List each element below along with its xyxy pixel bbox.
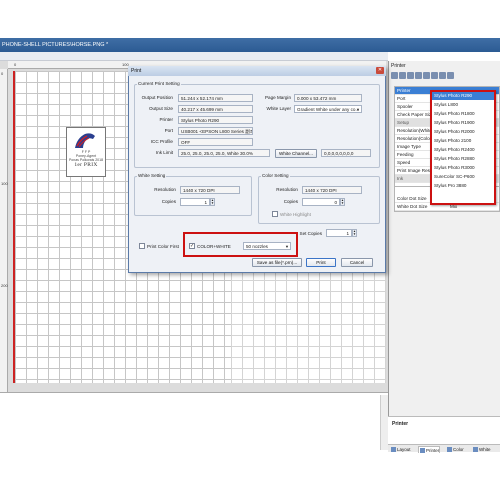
- printer-list-highlight: [430, 90, 496, 205]
- output-position-field: 51.244 x 52.174 mm: [178, 94, 253, 102]
- print-color-first-label: Print Color First: [147, 244, 179, 249]
- print-button[interactable]: Print: [306, 258, 336, 267]
- open-icon[interactable]: [391, 72, 398, 79]
- tab-layout[interactable]: Layout: [390, 446, 411, 453]
- panel-title: Printer: [391, 63, 406, 69]
- white-copies-label: Copies: [161, 199, 176, 204]
- horse-head-icon: [75, 133, 95, 148]
- panel-toolbar: [391, 72, 499, 82]
- page-margin-field: 0.000 x 53.472 mm: [294, 94, 362, 102]
- white-resolution-label: Resolution: [154, 187, 176, 192]
- up-icon[interactable]: [407, 72, 414, 79]
- white-setting-group: [134, 176, 252, 216]
- white-channel-values: 0,0,0,0,0,0,0,0: [321, 149, 371, 157]
- save-as-file-button[interactable]: Save as file(*.prn)...: [252, 258, 302, 267]
- port-label: Port: [164, 128, 173, 133]
- panel-tabs: Layout Printer Color White: [388, 444, 500, 453]
- set-copies-stepper[interactable]: ▲ ▼: [352, 229, 357, 237]
- close-icon[interactable]: ✕: [376, 67, 384, 74]
- white-layer-select[interactable]: Gradient White under any co... ▼: [294, 105, 362, 113]
- color-white-highlight: [183, 232, 298, 257]
- logo-prize-text: 1er PRIX: [74, 162, 98, 168]
- print-icon[interactable]: [447, 72, 454, 79]
- set-copies-input[interactable]: 1: [326, 229, 352, 237]
- white-highlight-label: White Highlight: [280, 212, 311, 217]
- delete-icon[interactable]: [423, 72, 430, 79]
- property-label: Color Dot Size: [397, 196, 427, 201]
- tab-color[interactable]: Color: [446, 446, 464, 453]
- tab-printer[interactable]: Printer: [418, 446, 441, 453]
- white-copies-input[interactable]: 1: [180, 198, 210, 206]
- white-copies-stepper[interactable]: ▲ ▼: [210, 198, 215, 206]
- white-layer-value: Gradient White under any co...: [297, 107, 360, 112]
- ruler-label: 0: [14, 62, 17, 67]
- ruler-label: 200: [1, 283, 8, 288]
- ruler-label: 0: [1, 71, 4, 76]
- group-label: Current Print Setting: [137, 81, 181, 86]
- tab-white[interactable]: White: [472, 446, 491, 453]
- output-size-label: Output Size: [148, 106, 173, 111]
- color-resolution-field: 1440 x 720 DPI: [302, 186, 362, 194]
- dialog-title-text: Print: [131, 68, 142, 74]
- color-copies-input[interactable]: 0: [302, 198, 340, 206]
- chevron-down-icon: ▼: [356, 107, 360, 112]
- color-copies-stepper[interactable]: ▲ ▼: [340, 198, 345, 206]
- color-copies-label: Copies: [283, 199, 298, 204]
- down-icon[interactable]: [415, 72, 422, 79]
- preview-icon[interactable]: [439, 72, 446, 79]
- ink-limit-label: Ink Limit: [155, 150, 173, 155]
- left-ruler: 0 100 200: [0, 69, 8, 392]
- ink-limit-field: 25.0, 25.0, 25.0, 25.0, White 30.0%: [178, 149, 270, 157]
- print-color-first-checkbox[interactable]: [139, 243, 145, 249]
- horse-logo-image[interactable]: F F P Poney-Agent Ponas Polkorais 2018 1…: [66, 127, 106, 177]
- port-field: USB001 <EPSON L800 Series 副本 1>: [178, 127, 253, 135]
- white-highlight-checkbox[interactable]: [272, 211, 278, 217]
- white-channel-button[interactable]: White Channel...: [275, 149, 317, 158]
- copy-icon[interactable]: [431, 72, 438, 79]
- white-resolution-field: 1440 x 720 DPI: [180, 186, 240, 194]
- dialog-title: Print ✕: [128, 66, 386, 76]
- property-description: Printer: [388, 416, 500, 444]
- property-label: White Dot Size: [397, 204, 428, 209]
- bottom-pane: [0, 392, 388, 452]
- white-layer-label: White Layer: [266, 106, 291, 111]
- save-icon[interactable]: [399, 72, 406, 79]
- ruler-label: 100: [1, 181, 8, 186]
- color-resolution-label: Resolution: [276, 187, 298, 192]
- icc-profile-field: OFF: [178, 138, 253, 146]
- vertical-scrollbar[interactable]: [380, 395, 388, 450]
- icc-profile-label: ICC Profile: [150, 139, 173, 144]
- printer-field: Stylus Photo R290: [178, 116, 253, 124]
- printer-label: Printer: [159, 117, 173, 122]
- output-size-field: 40.217 x 45.699 mm: [178, 105, 253, 113]
- group-label: White Setting: [137, 173, 167, 178]
- output-position-label: Output Position: [141, 95, 173, 100]
- group-label: Color Setting: [261, 173, 290, 178]
- window-title: PHONE-SHELL PICTURES\HORSE.PNG *: [0, 38, 500, 52]
- cancel-button[interactable]: Cancel: [341, 258, 373, 267]
- page-margin-label: Page Margin: [264, 95, 291, 100]
- menu-strip: [0, 52, 388, 61]
